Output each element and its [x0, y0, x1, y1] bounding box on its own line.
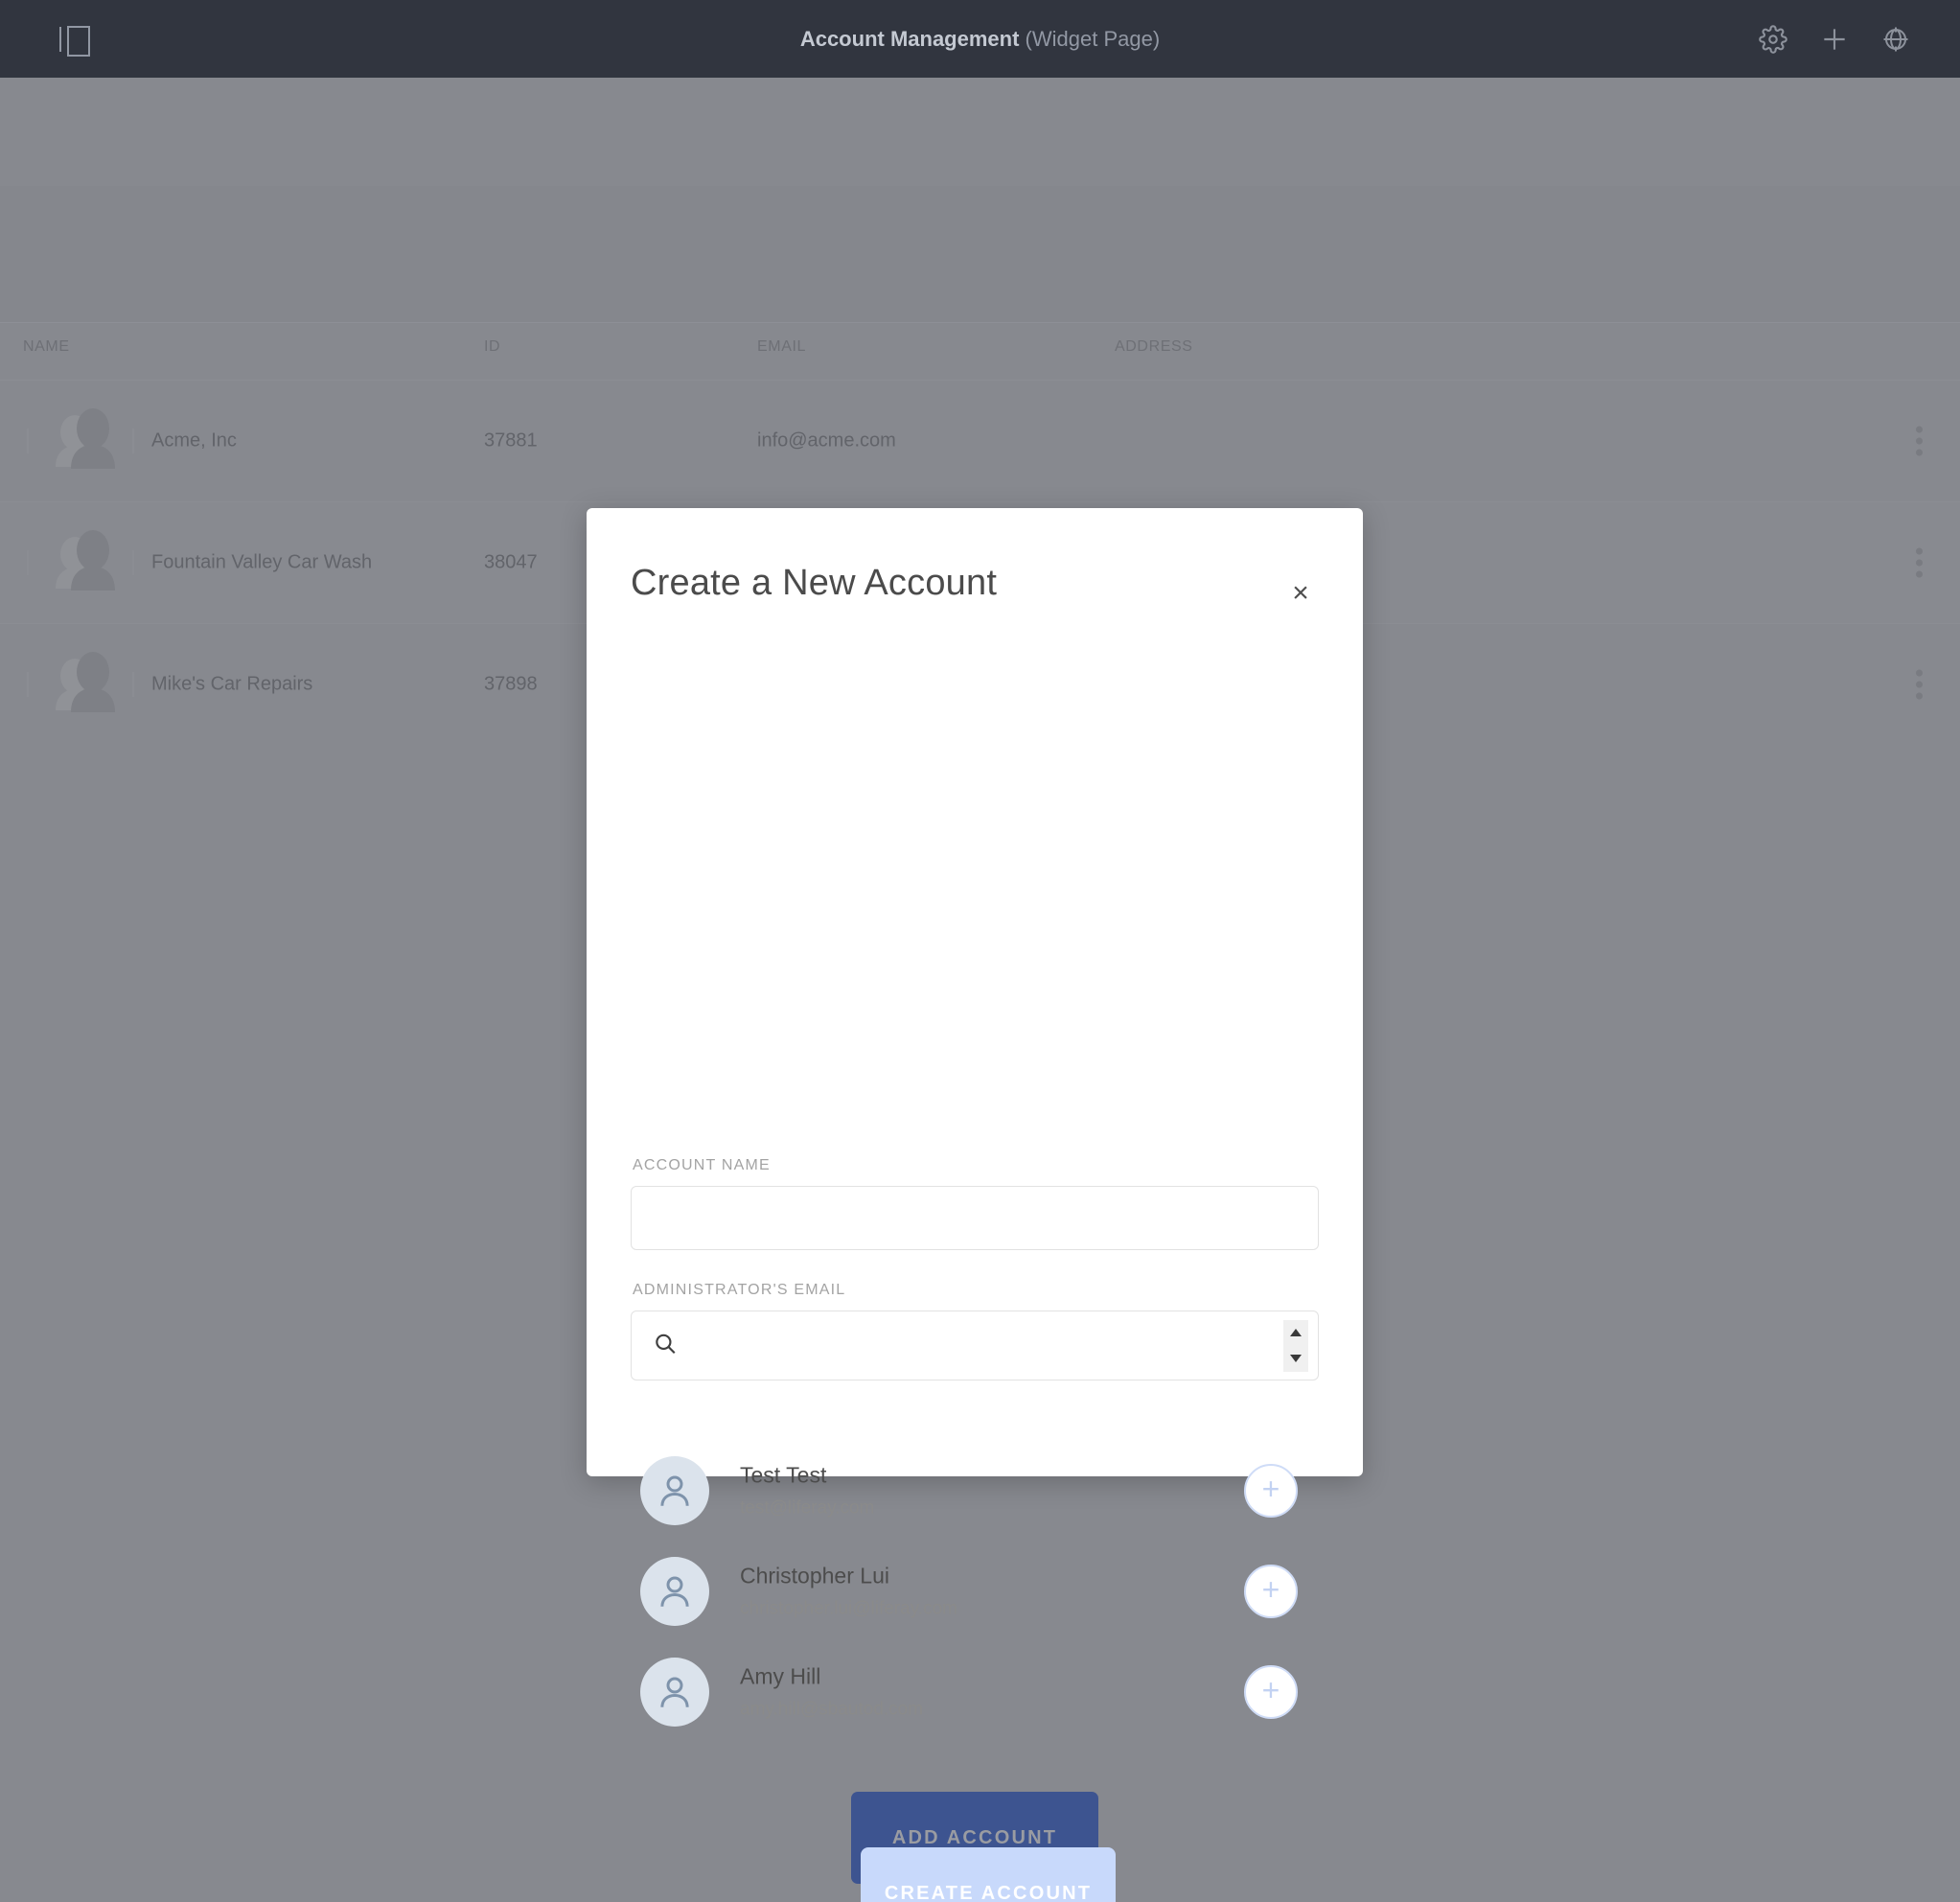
user-name: Christopher Lui	[740, 1563, 889, 1588]
account-group-avatar-icon	[46, 525, 121, 600]
page-title: Account Management (Widget Page)	[0, 27, 1960, 52]
row-menu-icon[interactable]	[1916, 426, 1925, 456]
avatar	[640, 1455, 709, 1525]
plus-icon[interactable]	[1818, 23, 1851, 56]
user-info: Amy Hill amy.hill@sbautod.com	[740, 1663, 923, 1720]
create-account-modal: Create a New Account × ACCOUNT NAME ADMI…	[587, 508, 1363, 1902]
account-name-label: ACCOUNT NAME	[633, 1157, 771, 1173]
account-group-avatar-icon	[46, 647, 121, 722]
page-title-sub: (Widget Page)	[1025, 26, 1161, 51]
chevron-down-icon[interactable]	[1290, 1355, 1302, 1362]
top-bar: Account Management (Widget Page)	[0, 0, 1960, 78]
user-suggestion-list: Test Test test@liferay.com + Christopher…	[631, 1440, 1319, 1742]
cell-name: Acme, Inc	[151, 429, 237, 452]
cell-id: 38047	[484, 551, 538, 573]
row-handle-right	[132, 550, 134, 575]
column-header-name: NAME	[23, 338, 70, 355]
add-user-button[interactable]: +	[1244, 1564, 1298, 1618]
column-header-address: ADDRESS	[1115, 338, 1193, 355]
row-handle-right	[132, 429, 134, 453]
cell-name: Mike's Car Repairs	[151, 673, 313, 695]
avatar	[640, 1556, 709, 1626]
account-name-input[interactable]	[631, 1186, 1319, 1250]
table-row[interactable]: Acme, Inc 37881 info@acme.com	[0, 380, 1960, 501]
row-handle-left	[27, 672, 29, 697]
row-handle-left	[27, 550, 29, 575]
add-user-button[interactable]: +	[1244, 1664, 1298, 1719]
app-root: NAME ID EMAIL ADDRESS Acme, Inc 37881 in…	[0, 0, 1960, 1902]
user-email: amy.hill@sbautod.com	[740, 1699, 924, 1719]
user-email: test@liferay.com	[740, 1497, 875, 1518]
close-icon[interactable]: ×	[1284, 577, 1317, 610]
cell-id: 37881	[484, 429, 538, 452]
user-info: Test Test test@liferay.com	[740, 1462, 874, 1519]
add-user-button[interactable]: +	[1244, 1463, 1298, 1518]
list-item[interactable]: Christopher Lui christopher.lui@liferay.…	[631, 1541, 1319, 1641]
modal-title: Create a New Account	[631, 563, 998, 603]
cell-email: info@acme.com	[757, 429, 896, 452]
user-info: Christopher Lui christopher.lui@liferay.…	[740, 1563, 957, 1619]
globe-target-icon[interactable]	[1879, 23, 1912, 56]
account-group-avatar-icon	[46, 404, 121, 478]
search-icon	[653, 1331, 678, 1360]
user-email: christopher.lui@liferay.com	[740, 1598, 957, 1618]
chevron-up-icon[interactable]	[1290, 1329, 1302, 1336]
gear-icon[interactable]	[1757, 23, 1789, 56]
list-item[interactable]: Amy Hill amy.hill@sbautod.com +	[631, 1641, 1319, 1742]
row-handle-right	[132, 672, 134, 697]
create-account-button[interactable]: CREATE ACCOUNT	[861, 1847, 1116, 1902]
cell-id: 37898	[484, 673, 538, 695]
list-item[interactable]: Test Test test@liferay.com +	[631, 1440, 1319, 1541]
top-bar-actions	[1757, 23, 1912, 56]
email-stepper[interactable]	[1283, 1319, 1308, 1372]
column-header-id: ID	[484, 338, 501, 355]
column-header-email: EMAIL	[757, 338, 807, 355]
administrator-email-search-box	[631, 1311, 1319, 1380]
row-handle-left	[27, 429, 29, 453]
user-name: Amy Hill	[740, 1663, 821, 1688]
row-menu-icon[interactable]	[1916, 547, 1925, 578]
user-name: Test Test	[740, 1462, 827, 1487]
administrator-email-label: ADMINISTRATOR'S EMAIL	[633, 1282, 846, 1298]
avatar	[640, 1657, 709, 1727]
content-band	[0, 186, 1960, 322]
administrator-email-input[interactable]	[687, 1311, 1253, 1380]
page-title-main: Account Management	[799, 26, 1020, 51]
row-menu-icon[interactable]	[1916, 669, 1925, 700]
table-header-row: NAME ID EMAIL ADDRESS	[0, 322, 1960, 380]
cell-name: Fountain Valley Car Wash	[151, 551, 373, 573]
